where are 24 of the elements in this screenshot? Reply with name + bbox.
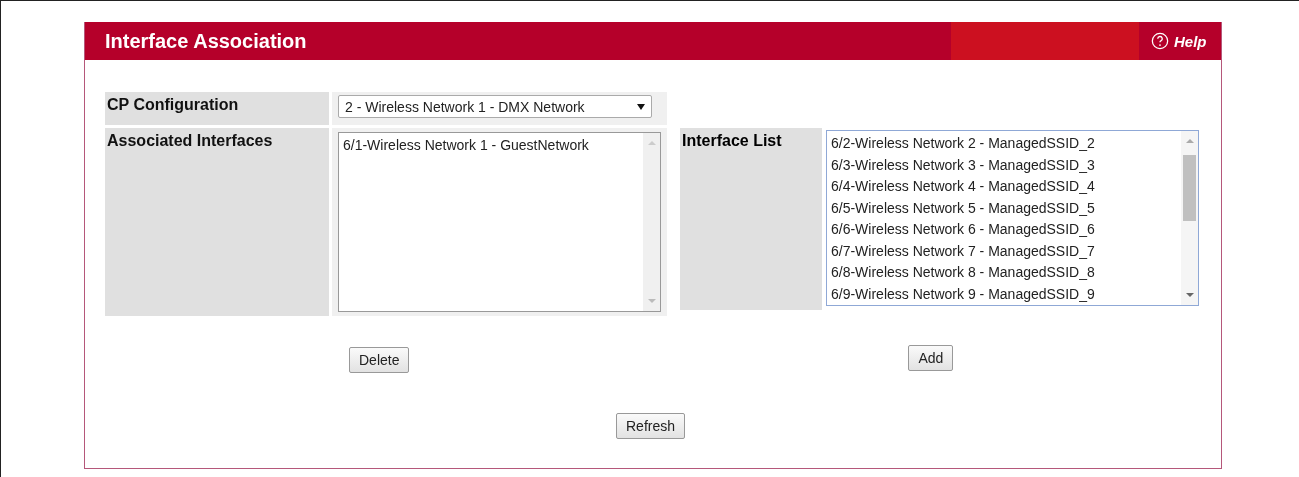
list-option[interactable]: 6/7-Wireless Network 7 - ManagedSSID_7 (829, 240, 1181, 262)
associated-interfaces-list[interactable]: 6/1-Wireless Network 1 - GuestNetwork (338, 132, 661, 312)
field-label: Interface List (680, 128, 822, 310)
list-option[interactable]: 6/8-Wireless Network 8 - ManagedSSID_8 (829, 262, 1181, 284)
list-option[interactable]: 6/2-Wireless Network 2 - ManagedSSID_2 (829, 133, 1181, 155)
refresh-button[interactable]: Refresh (616, 413, 686, 439)
interface-list[interactable] (826, 130, 1199, 306)
scrollbar[interactable] (643, 133, 660, 311)
scrollbar[interactable] (1181, 131, 1198, 305)
page-title: Interface Association (104, 29, 308, 53)
field-label: Associated Interfaces (105, 128, 329, 316)
delete-button[interactable]: Delete (349, 347, 410, 373)
help-icon (1151, 32, 1169, 50)
caret-icon (637, 103, 645, 110)
list-option[interactable]: 6/5-Wireless Network 5 - ManagedSSID_5 (829, 197, 1181, 219)
field-label: CP Configuration (105, 92, 329, 125)
add-button[interactable]: Add (908, 345, 954, 371)
list-option[interactable]: 6/9-Wireless Network 9 - ManagedSSID_9 (829, 283, 1181, 305)
help-link[interactable]: Help (1151, 32, 1207, 50)
list-option[interactable]: 6/3-Wireless Network 3 - ManagedSSID_3 (829, 154, 1181, 176)
list-option[interactable]: 6/6-Wireless Network 6 - ManagedSSID_6 (829, 219, 1181, 241)
list-option[interactable]: 6/4-Wireless Network 4 - ManagedSSID_4 (829, 176, 1181, 198)
configuration-dropdown[interactable]: 2 - Wireless Network 1 - DMX Network (338, 95, 652, 118)
list-option[interactable]: 6/1-Wireless Network 1 - GuestNetwork (341, 135, 643, 157)
